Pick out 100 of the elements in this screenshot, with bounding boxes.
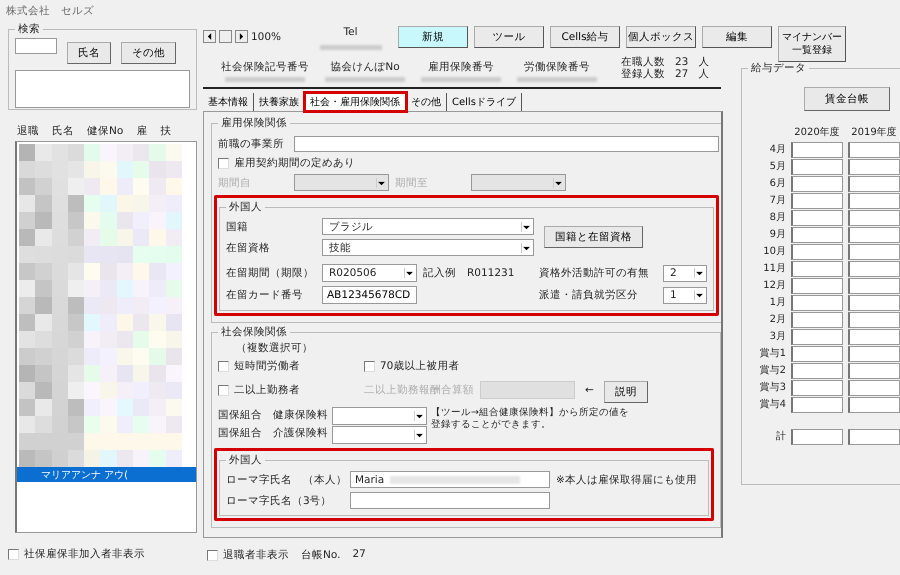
checkbox[interactable]: 短時間労働者 [218, 359, 358, 373]
window-title: 株式会社 セルズ [5, 4, 95, 19]
nationality-status-button[interactable]: 国籍と在留資格 [544, 226, 643, 248]
caret-icon [376, 178, 386, 188]
input-field[interactable] [848, 278, 900, 294]
input-field[interactable] [848, 227, 900, 243]
input-field[interactable] [791, 261, 843, 277]
input-field[interactable] [848, 380, 900, 396]
field-label: 派遣・請負就労区分 [539, 288, 639, 302]
field-label: 国籍 [226, 220, 249, 234]
field-label: 社会保険記号番号 [221, 60, 309, 74]
zoom-level: 100% [251, 30, 282, 42]
row-label: 4月 [768, 143, 786, 157]
field-label: 国保組合 介護保険料 [218, 426, 328, 441]
input-field[interactable] [350, 492, 550, 509]
dropdown[interactable]: 技能 [322, 239, 534, 256]
count-label: 登録人数 [621, 68, 665, 80]
toolbar-button[interactable]: Cells給与 [550, 26, 620, 48]
input-field[interactable] [791, 363, 843, 379]
dropdown[interactable] [332, 426, 427, 444]
input-field[interactable] [848, 397, 900, 413]
input-field[interactable] [791, 210, 843, 226]
caret-icon [694, 268, 704, 278]
redacted-value [320, 45, 382, 50]
toolbar-button[interactable]: マイナンバー一覧登録 [778, 26, 846, 62]
note-text: （複数選択可） [235, 341, 314, 355]
row-label: 計 [775, 430, 786, 444]
group-title: 給与データ [750, 61, 807, 75]
input-field[interactable] [791, 429, 843, 445]
input-field[interactable] [848, 193, 900, 209]
input-field[interactable] [791, 278, 843, 294]
group-title: 雇用保険関係 [220, 116, 288, 130]
search-results[interactable] [15, 70, 190, 108]
toolbar-button[interactable]: 個人ボックス [626, 26, 696, 48]
field-label: 二以上勤務報酬合算額 [364, 383, 474, 397]
search-button[interactable]: その他 [121, 42, 176, 64]
input-field[interactable] [791, 329, 843, 345]
input-field[interactable] [848, 312, 900, 328]
input-field[interactable] [791, 176, 843, 192]
field-label: 在留資格 [226, 240, 271, 254]
input-field[interactable] [791, 193, 843, 209]
dropdown[interactable]: ブラジル [322, 218, 534, 235]
input-field[interactable] [791, 312, 843, 328]
dropdown[interactable] [332, 407, 427, 425]
explain-button[interactable]: 説明 [604, 381, 648, 403]
checkbox[interactable]: 二以上勤務者 [218, 383, 358, 397]
list-row[interactable]: マリアアンナ アウ( [17, 467, 196, 482]
fixed-term-checkbox[interactable]: 雇用契約期間の定めあり [218, 156, 719, 170]
checkbox[interactable]: 70歳以上被用者 [364, 359, 504, 373]
row-label: 賞与1 [758, 346, 786, 361]
search-field[interactable] [15, 38, 57, 54]
toolbar-button[interactable]: 新規 [398, 26, 468, 48]
employee-list[interactable]: マリアアンナ アウ( [15, 141, 197, 533]
field-label: 労働保険番号 [524, 60, 590, 74]
scroll-thumb[interactable] [219, 30, 232, 43]
input-field[interactable] [848, 346, 900, 362]
row-label: 1月 [768, 296, 786, 310]
scroll-left-button[interactable] [203, 30, 216, 43]
field-label: 前職の事業所 [218, 137, 285, 151]
dropdown[interactable]: 1 [663, 286, 707, 304]
tel-label: Tel [343, 26, 358, 38]
input-field[interactable] [791, 159, 843, 175]
input-field[interactable] [848, 363, 900, 379]
field-label: 国保組合 健康保険料 [218, 408, 328, 423]
row-label: 9月 [768, 228, 786, 242]
input-field[interactable] [791, 142, 843, 158]
tab[interactable]: 社会・雇用保険関係 [305, 93, 406, 111]
input-field[interactable] [848, 261, 900, 277]
dropdown[interactable]: R020506 [322, 264, 417, 282]
input-field[interactable] [791, 397, 843, 413]
input-field[interactable] [791, 295, 843, 311]
input-field[interactable] [791, 244, 843, 260]
input-field[interactable]: Maria [350, 471, 550, 488]
search-button[interactable]: 氏名 [67, 42, 111, 64]
input-field[interactable] [791, 227, 843, 243]
scroll-right-button[interactable] [235, 30, 248, 43]
input-field[interactable] [848, 244, 900, 260]
hide-non-enrolled-checkbox[interactable]: 社保雇保非加入者非表示 [8, 547, 197, 561]
dropdown[interactable]: 2 [663, 264, 707, 282]
field-label: ローマ字氏名 （本人） [226, 472, 344, 486]
field-label: 資格外活動許可の有無 [539, 266, 650, 280]
input-field[interactable] [848, 329, 900, 345]
input-field[interactable] [848, 142, 900, 158]
input-field[interactable] [848, 210, 900, 226]
input-field[interactable] [848, 159, 900, 175]
hide-retired-checkbox[interactable]: 退職者非表示 [207, 548, 289, 562]
wage-ledger-button[interactable]: 賃金台帳 [804, 87, 890, 111]
input-field[interactable] [791, 380, 843, 396]
input-field[interactable] [848, 176, 900, 192]
input-field[interactable] [848, 295, 900, 311]
ledger-no-label: 台帳No. [301, 548, 340, 562]
caret-icon [553, 178, 563, 188]
toolbar-button[interactable]: 編集 [702, 26, 772, 48]
caret-icon [414, 411, 424, 421]
input-field[interactable]: AB12345678CD [322, 286, 417, 304]
input-field[interactable] [791, 346, 843, 362]
input-field[interactable] [294, 136, 719, 152]
input-field[interactable] [848, 429, 900, 445]
caret-icon [694, 290, 704, 300]
toolbar-button[interactable]: ツール [474, 26, 544, 48]
